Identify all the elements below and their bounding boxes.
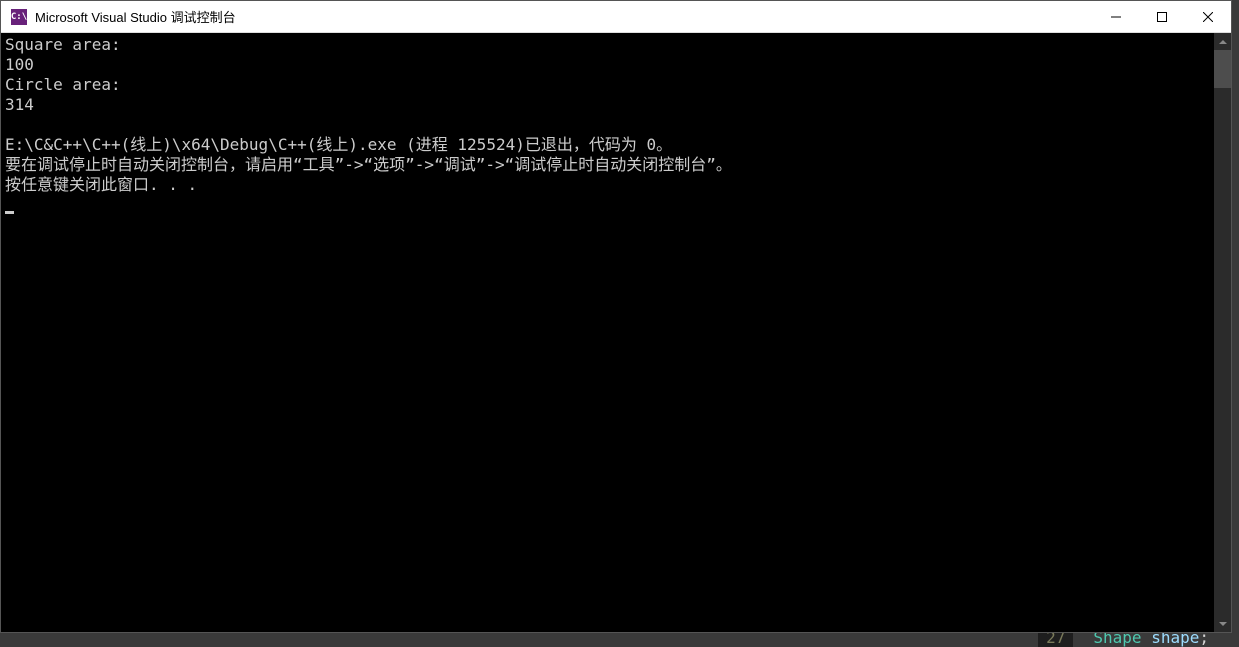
console-line: 要在调试停止时自动关闭控制台，请启用“工具”->“选项”->“调试”->“调试停… [5, 155, 732, 174]
console-output[interactable]: Square area: 100 Circle area: 314 E:\C&C… [1, 33, 1214, 632]
window-controls [1093, 1, 1231, 32]
console-line: 按任意键关闭此窗口. . . [5, 175, 197, 194]
maximize-icon [1157, 12, 1167, 22]
console-window: C:\ Microsoft Visual Studio 调试控制台 Square… [0, 0, 1232, 633]
console-line: 314 [5, 95, 34, 114]
scroll-thumb[interactable] [1214, 50, 1231, 88]
maximize-button[interactable] [1139, 1, 1185, 32]
minimize-button[interactable] [1093, 1, 1139, 32]
console-line: Circle area: [5, 75, 121, 94]
vertical-scrollbar[interactable] [1214, 33, 1231, 632]
scroll-down-button[interactable] [1214, 615, 1231, 632]
console-area: Square area: 100 Circle area: 314 E:\C&C… [1, 33, 1231, 632]
titlebar[interactable]: C:\ Microsoft Visual Studio 调试控制台 [1, 1, 1231, 33]
minimize-icon [1111, 12, 1121, 22]
chevron-up-icon [1219, 40, 1227, 44]
close-button[interactable] [1185, 1, 1231, 32]
close-icon [1203, 12, 1213, 22]
console-line: Square area: [5, 35, 121, 54]
cursor [5, 211, 14, 214]
console-line: E:\C&C++\C++(线上)\x64\Debug\C++(线上).exe (… [5, 135, 672, 154]
window-title: Microsoft Visual Studio 调试控制台 [35, 7, 1093, 26]
console-line: 100 [5, 55, 34, 74]
app-icon: C:\ [11, 9, 27, 25]
scroll-up-button[interactable] [1214, 33, 1231, 50]
chevron-down-icon [1219, 622, 1227, 626]
